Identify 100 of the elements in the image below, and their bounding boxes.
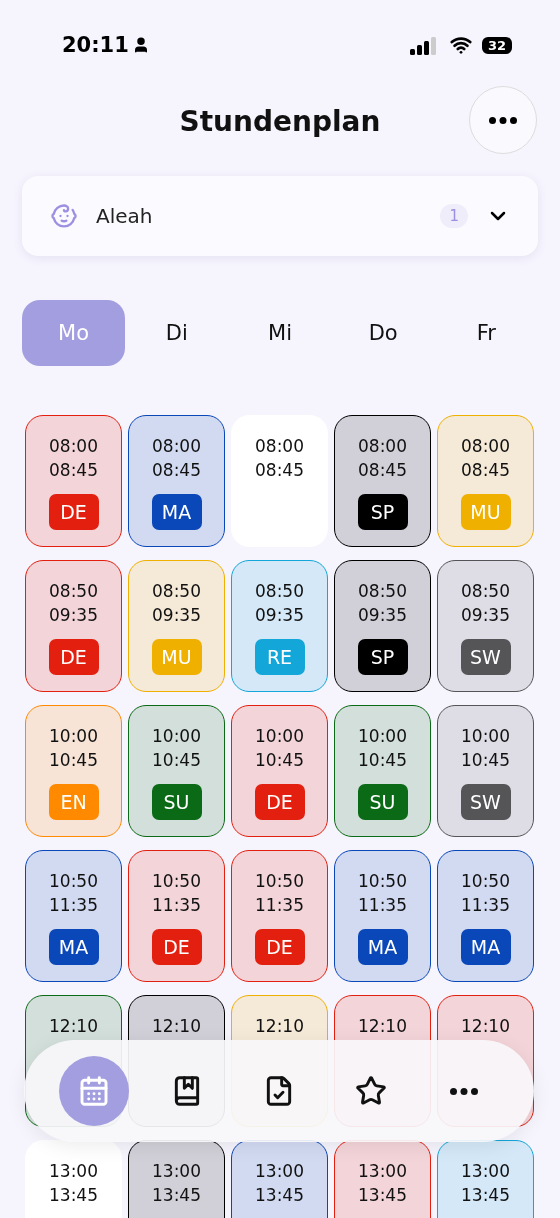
lesson-card[interactable]: 10:50 11:35 DE bbox=[231, 850, 328, 982]
start-time: 08:50 bbox=[152, 580, 201, 603]
lesson-card[interactable]: 08:00 08:45 MU bbox=[437, 415, 534, 547]
subject-badge: DE bbox=[48, 639, 99, 675]
lesson-card[interactable]: 08:00 08:45 DE bbox=[25, 415, 122, 547]
end-time: 11:35 bbox=[49, 894, 98, 917]
day-tab[interactable]: Mi bbox=[228, 300, 332, 366]
start-time: 08:00 bbox=[358, 435, 407, 458]
more-icon bbox=[489, 116, 517, 124]
end-time: 13:45 bbox=[358, 1184, 407, 1207]
start-time: 08:00 bbox=[152, 435, 201, 458]
start-time: 08:00 bbox=[49, 435, 98, 458]
lesson-card[interactable]: 10:50 11:35 DE bbox=[128, 850, 225, 982]
end-time: 08:45 bbox=[152, 459, 201, 482]
start-time: 10:00 bbox=[358, 725, 407, 748]
start-time: 13:00 bbox=[49, 1160, 98, 1183]
lesson-card[interactable]: 08:00 08:45 SP bbox=[334, 415, 431, 547]
status-time: 20:11 bbox=[62, 33, 129, 57]
end-time: 11:35 bbox=[358, 894, 407, 917]
end-time: 10:45 bbox=[255, 749, 304, 772]
lesson-card[interactable]: 10:00 10:45 DE bbox=[231, 705, 328, 837]
start-time: 13:00 bbox=[461, 1160, 510, 1183]
start-time: 10:00 bbox=[255, 725, 304, 748]
lesson-card[interactable]: 08:00 08:45 MA bbox=[128, 415, 225, 547]
end-time: 09:35 bbox=[358, 604, 407, 627]
subject-badge: SP bbox=[357, 639, 408, 675]
start-time: 12:10 bbox=[255, 1015, 304, 1038]
lesson-card[interactable]: 10:50 11:35 MA bbox=[334, 850, 431, 982]
start-time: 12:10 bbox=[152, 1015, 201, 1038]
lesson-card[interactable]: 08:50 09:35 SW bbox=[437, 560, 534, 692]
lesson-card[interactable]: 10:00 10:45 SU bbox=[334, 705, 431, 837]
day-tab[interactable]: Do bbox=[331, 300, 435, 366]
free-period-card[interactable]: 08:00 08:45 bbox=[231, 415, 328, 547]
lesson-card[interactable]: 10:00 10:45 SW bbox=[437, 705, 534, 837]
end-time: 09:35 bbox=[152, 604, 201, 627]
profile-name: Aleah bbox=[96, 204, 154, 228]
end-time: 08:45 bbox=[461, 459, 510, 482]
subject-badge: SP bbox=[357, 494, 408, 530]
subject-badge: MU bbox=[151, 639, 202, 675]
free-period-card[interactable]: 13:00 13:45 bbox=[25, 1140, 122, 1218]
profile-selector[interactable]: Aleah 1 bbox=[22, 176, 538, 256]
subject-badge: MA bbox=[151, 494, 202, 530]
subject-badge: SW bbox=[460, 639, 511, 675]
start-time: 08:00 bbox=[461, 435, 510, 458]
end-time: 08:45 bbox=[358, 459, 407, 482]
subject-badge: SU bbox=[151, 784, 202, 820]
start-time: 13:00 bbox=[152, 1160, 201, 1183]
lesson-card[interactable]: 08:50 09:35 SP bbox=[334, 560, 431, 692]
lesson-card[interactable]: 08:50 09:35 MU bbox=[128, 560, 225, 692]
lesson-card[interactable]: 10:50 11:35 MA bbox=[25, 850, 122, 982]
start-time: 08:00 bbox=[255, 435, 304, 458]
start-time: 10:50 bbox=[461, 870, 510, 893]
start-time: 08:50 bbox=[461, 580, 510, 603]
lesson-card[interactable]: 08:50 09:35 DE bbox=[25, 560, 122, 692]
end-time: 13:45 bbox=[49, 1184, 98, 1207]
end-time: 10:45 bbox=[358, 749, 407, 772]
end-time: 08:45 bbox=[49, 459, 98, 482]
end-time: 11:35 bbox=[255, 894, 304, 917]
start-time: 08:50 bbox=[49, 580, 98, 603]
lesson-card[interactable]: 13:00 13:45 bbox=[334, 1140, 431, 1218]
start-time: 13:00 bbox=[358, 1160, 407, 1183]
subject-badge: DE bbox=[254, 929, 305, 965]
start-time: 13:00 bbox=[255, 1160, 304, 1183]
lesson-card[interactable]: 13:00 13:45 bbox=[128, 1140, 225, 1218]
end-time: 10:45 bbox=[49, 749, 98, 772]
more-icon bbox=[449, 1087, 478, 1095]
subject-badge: DE bbox=[254, 784, 305, 820]
subject-badge: DE bbox=[151, 929, 202, 965]
end-time: 11:35 bbox=[461, 894, 510, 917]
battery-level: 32 bbox=[481, 36, 512, 54]
end-time: 09:35 bbox=[255, 604, 304, 627]
end-time: 13:45 bbox=[152, 1184, 201, 1207]
start-time: 10:50 bbox=[358, 870, 407, 893]
lesson-card[interactable]: 10:00 10:45 SU bbox=[128, 705, 225, 837]
child-face-icon bbox=[50, 202, 78, 230]
start-time: 12:10 bbox=[358, 1015, 407, 1038]
day-tab[interactable]: Di bbox=[125, 300, 229, 366]
lesson-card[interactable]: 13:00 13:45 bbox=[231, 1140, 328, 1218]
lesson-card[interactable]: 08:50 09:35 RE bbox=[231, 560, 328, 692]
subject-badge: MU bbox=[460, 494, 511, 530]
start-time: 10:50 bbox=[152, 870, 201, 893]
lesson-card[interactable]: 10:00 10:45 EN bbox=[25, 705, 122, 837]
subject-badge: SU bbox=[357, 784, 408, 820]
lesson-card[interactable]: 13:00 13:45 bbox=[437, 1140, 534, 1218]
page-title: Stundenplan bbox=[179, 104, 381, 138]
start-time: 10:50 bbox=[49, 870, 98, 893]
profile-count: 1 bbox=[440, 204, 468, 228]
end-time: 10:45 bbox=[152, 749, 201, 772]
subject-badge: MA bbox=[357, 929, 408, 965]
end-time: 08:45 bbox=[255, 459, 304, 482]
end-time: 13:45 bbox=[255, 1184, 304, 1207]
subject-badge: SW bbox=[460, 784, 511, 820]
subject-badge: RE bbox=[254, 639, 305, 675]
end-time: 11:35 bbox=[152, 894, 201, 917]
day-tab[interactable]: Fr bbox=[434, 300, 538, 366]
start-time: 10:00 bbox=[49, 725, 98, 748]
end-time: 09:35 bbox=[49, 604, 98, 627]
start-time: 12:10 bbox=[49, 1015, 98, 1038]
lesson-card[interactable]: 10:50 11:35 MA bbox=[437, 850, 534, 982]
start-time: 08:50 bbox=[358, 580, 407, 603]
